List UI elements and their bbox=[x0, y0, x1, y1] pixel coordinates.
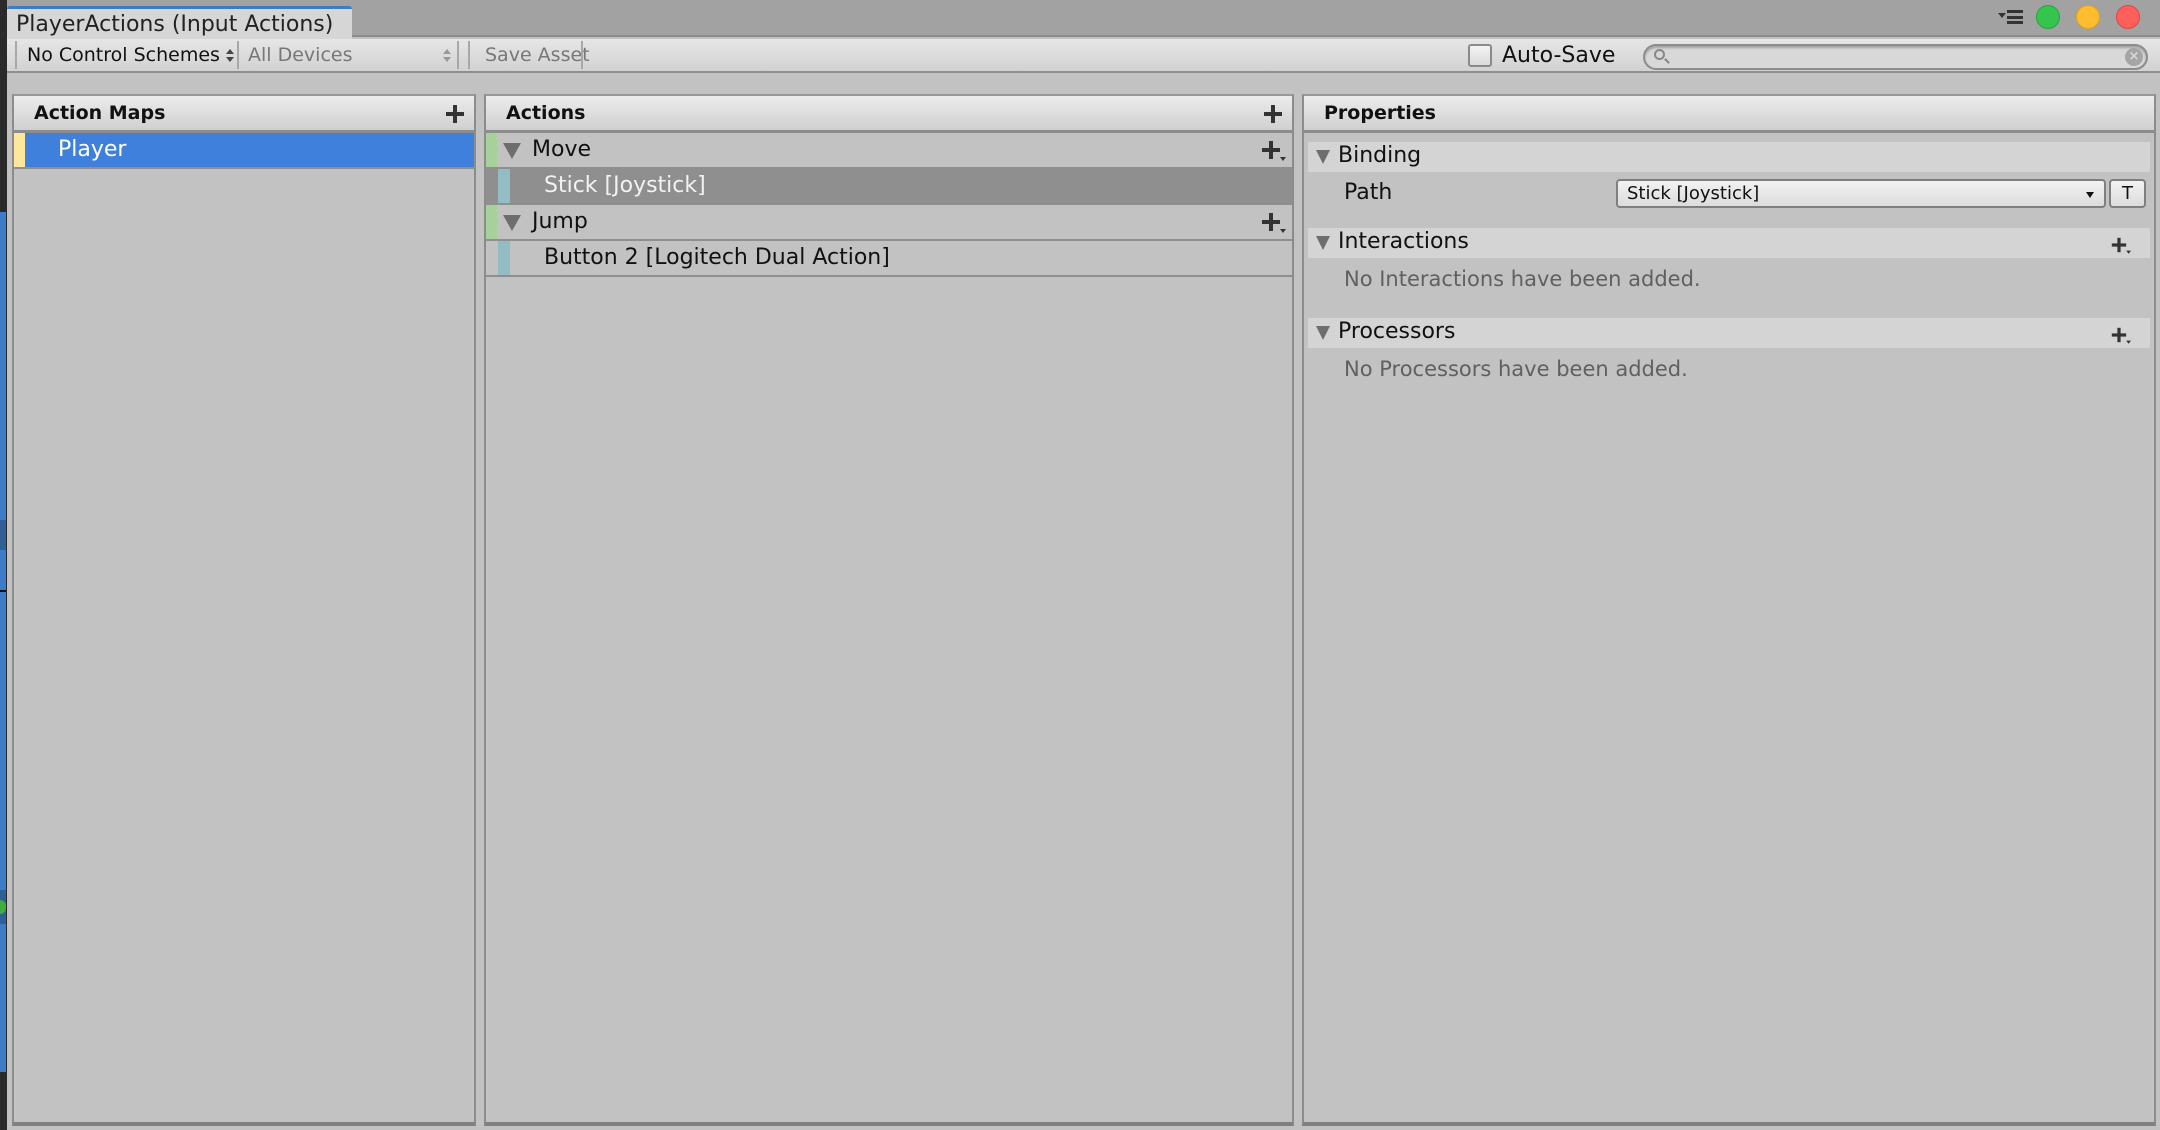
binding-label: Button 2 [Logitech Dual Action] bbox=[544, 245, 890, 270]
collapse-triangle-icon[interactable] bbox=[1316, 150, 1330, 164]
processors-section-header[interactable]: Processors bbox=[1308, 318, 2150, 348]
processors-empty-text: No Processors have been added. bbox=[1344, 357, 1688, 381]
action-label: Jump bbox=[532, 209, 588, 234]
devices-dropdown[interactable]: All Devices bbox=[240, 39, 458, 71]
collapse-triangle-icon[interactable] bbox=[1316, 326, 1330, 340]
clear-search-icon[interactable]: × bbox=[2125, 48, 2143, 66]
action-color-stripe bbox=[486, 205, 497, 239]
properties-title: Properties bbox=[1324, 102, 1436, 124]
auto-save-checkbox[interactable] bbox=[1468, 44, 1492, 67]
minimize-light-icon[interactable] bbox=[2076, 5, 2100, 29]
close-light-icon[interactable] bbox=[2116, 5, 2140, 29]
save-asset-button[interactable]: Save Asset bbox=[470, 39, 590, 71]
properties-panel: Properties Binding Path Stick [Joystick]… bbox=[1302, 94, 2156, 1126]
text-mode-button[interactable]: T bbox=[2109, 179, 2146, 208]
updown-arrows-icon bbox=[226, 49, 234, 63]
actions-panel: Actions Move Stick [Joystick] Jump Butto… bbox=[484, 94, 1294, 1126]
toolbar: No Control Schemes All Devices Save Asse… bbox=[7, 39, 2160, 73]
collapse-triangle-icon[interactable] bbox=[1316, 236, 1330, 250]
updown-arrows-icon bbox=[443, 49, 451, 63]
window-tab[interactable]: PlayerActions (Input Actions) bbox=[7, 6, 352, 39]
action-map-label: Player bbox=[58, 137, 127, 162]
window-menu-icon[interactable] bbox=[1998, 8, 2026, 26]
control-scheme-value: No Control Schemes bbox=[27, 44, 220, 66]
binding-section-header[interactable]: Binding bbox=[1308, 142, 2150, 172]
add-action-icon[interactable] bbox=[1264, 105, 1282, 123]
dropdown-caret-icon bbox=[2086, 192, 2094, 198]
search-icon bbox=[1654, 49, 1665, 60]
properties-header: Properties bbox=[1304, 96, 2154, 133]
window-tab-title: PlayerActions (Input Actions) bbox=[16, 12, 334, 37]
add-processor-icon[interactable] bbox=[2111, 327, 2131, 344]
toolbar-divider bbox=[15, 41, 17, 69]
devices-value: All Devices bbox=[248, 44, 353, 66]
background-editor-strip bbox=[0, 0, 7, 1130]
path-dropdown[interactable]: Stick [Joystick] bbox=[1616, 179, 2106, 208]
binding-row-button2[interactable]: Button 2 [Logitech Dual Action] bbox=[486, 241, 1292, 277]
add-binding-icon[interactable] bbox=[1262, 141, 1286, 161]
toolbar-divider bbox=[581, 41, 583, 69]
path-value: Stick [Joystick] bbox=[1627, 183, 1760, 204]
control-scheme-dropdown[interactable]: No Control Schemes bbox=[19, 39, 237, 71]
auto-save-label: Auto-Save bbox=[1502, 43, 1616, 68]
input-actions-window: PlayerActions (Input Actions) No Control… bbox=[0, 0, 2160, 1130]
action-maps-panel: Action Maps Player bbox=[12, 94, 476, 1126]
action-color-stripe bbox=[486, 133, 497, 167]
interactions-section-header[interactable]: Interactions bbox=[1308, 228, 2150, 258]
expand-triangle-icon[interactable] bbox=[503, 143, 521, 159]
toolbar-divider bbox=[457, 41, 459, 69]
actions-title: Actions bbox=[506, 102, 586, 124]
binding-row-stick[interactable]: Stick [Joystick] bbox=[486, 169, 1292, 205]
binding-color-stripe bbox=[498, 169, 510, 203]
zoom-light-icon[interactable] bbox=[2036, 5, 2060, 29]
toolbar-divider bbox=[237, 41, 239, 69]
actions-header: Actions bbox=[486, 96, 1292, 133]
add-interaction-icon[interactable] bbox=[2111, 237, 2131, 254]
interactions-empty-text: No Interactions have been added. bbox=[1344, 267, 1701, 291]
action-label: Move bbox=[532, 137, 591, 162]
processors-section-label: Processors bbox=[1338, 319, 1456, 344]
action-maps-header: Action Maps bbox=[14, 96, 474, 133]
path-label: Path bbox=[1344, 180, 1393, 205]
action-maps-title: Action Maps bbox=[34, 102, 166, 124]
action-map-color-stripe bbox=[14, 133, 25, 167]
action-row-move[interactable]: Move bbox=[486, 133, 1292, 169]
action-row-jump[interactable]: Jump bbox=[486, 205, 1292, 241]
add-action-map-icon[interactable] bbox=[446, 105, 464, 123]
expand-triangle-icon[interactable] bbox=[503, 215, 521, 231]
action-map-item[interactable]: Player bbox=[14, 133, 474, 169]
search-input[interactable]: × bbox=[1643, 44, 2148, 70]
binding-section-label: Binding bbox=[1338, 143, 1422, 168]
save-asset-label: Save Asset bbox=[485, 44, 590, 66]
add-binding-icon[interactable] bbox=[1262, 213, 1286, 233]
binding-color-stripe bbox=[498, 241, 510, 275]
binding-label: Stick [Joystick] bbox=[544, 173, 706, 198]
interactions-section-label: Interactions bbox=[1338, 229, 1469, 254]
